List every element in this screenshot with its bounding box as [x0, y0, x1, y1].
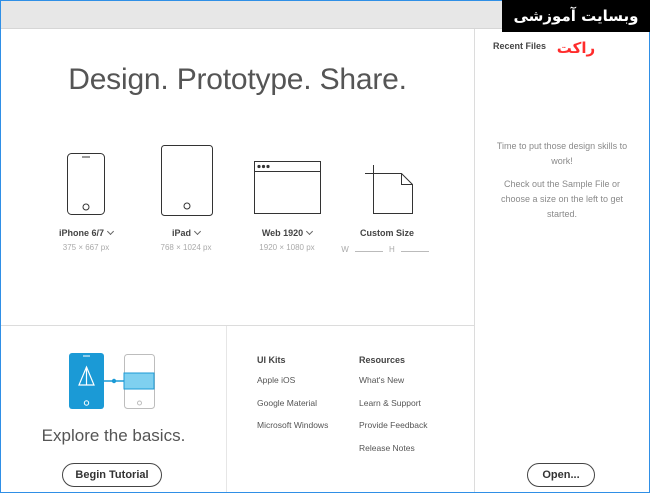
- divider: [226, 326, 227, 492]
- preset-dimensions: 1920 × 1080 px: [259, 243, 315, 252]
- tablet-icon: [161, 145, 213, 216]
- open-file-button[interactable]: Open...: [527, 463, 595, 487]
- link-microsoft-windows[interactable]: Microsoft Windows: [257, 420, 328, 443]
- preset-label: iPad: [171, 228, 191, 238]
- app-window: Design. Prototype. Share. iPhone 6/7 375…: [0, 0, 650, 493]
- brand-accent-text: راکت: [556, 39, 596, 57]
- preset-web[interactable]: Web 1920 1920 × 1080 px: [237, 143, 337, 252]
- preset-iphone[interactable]: iPhone 6/7 375 × 667 px: [36, 143, 136, 252]
- new-document-panel: Design. Prototype. Share. iPhone 6/7 375…: [1, 29, 474, 325]
- phone-icon: [67, 153, 105, 215]
- link-google-material[interactable]: Google Material: [257, 398, 328, 421]
- empty-state-text: Time to put those design skills to work!: [496, 141, 628, 166]
- recent-files-panel: Recent Files Time to put those design sk…: [475, 29, 649, 492]
- custom-artboard-icon: [365, 165, 413, 214]
- section-heading: UI Kits: [257, 355, 286, 365]
- preset-dimensions: 768 × 1024 px: [160, 243, 212, 252]
- link-learn-support[interactable]: Learn & Support: [359, 398, 428, 421]
- width-input[interactable]: [354, 243, 383, 252]
- ui-kits-section: UI Kits Apple iOS Google Material Micros…: [257, 355, 328, 443]
- page-title: Design. Prototype. Share.: [68, 63, 407, 96]
- preset-label: iPhone 6/7: [58, 228, 104, 238]
- explore-heading: Explore the basics.: [41, 426, 186, 445]
- link-whats-new[interactable]: What's New: [359, 375, 428, 398]
- height-label: H: [389, 245, 395, 254]
- recent-files-title: Recent Files: [493, 41, 547, 51]
- preset-dimensions: 375 × 667 px: [62, 243, 110, 252]
- chevron-down-icon[interactable]: [306, 227, 314, 236]
- width-label: W: [341, 245, 349, 254]
- chevron-down-icon[interactable]: [193, 227, 202, 236]
- link-provide-feedback[interactable]: Provide Feedback: [359, 420, 428, 443]
- chevron-down-icon[interactable]: [106, 227, 115, 236]
- empty-state-text: Check out the Sample File or choose a si…: [500, 179, 624, 219]
- height-input[interactable]: [400, 243, 429, 252]
- link-apple-ios[interactable]: Apple iOS: [257, 375, 328, 398]
- preset-ipad[interactable]: iPad 768 × 1024 px: [136, 143, 236, 252]
- brand-text: وبسایت آموزشی: [513, 7, 639, 25]
- tutorial-illustration: [69, 353, 155, 409]
- browser-window-icon: [254, 161, 321, 214]
- divider: [1, 325, 474, 326]
- preset-label: Web 1920: [261, 228, 304, 238]
- custom-size-fields: W H: [337, 243, 437, 254]
- preset-custom-size[interactable]: Custom Size W H: [337, 143, 437, 254]
- begin-tutorial-button[interactable]: Begin Tutorial: [62, 463, 162, 487]
- section-heading: Resources: [359, 355, 406, 365]
- recent-files-empty-state: Time to put those design skills to work!…: [495, 139, 629, 230]
- link-release-notes[interactable]: Release Notes: [359, 443, 428, 466]
- preset-label: Custom Size: [359, 228, 414, 238]
- resources-section: Resources What's New Learn & Support Pro…: [359, 355, 428, 466]
- brand-watermark: وبسایت آموزشی راکت: [502, 0, 650, 57]
